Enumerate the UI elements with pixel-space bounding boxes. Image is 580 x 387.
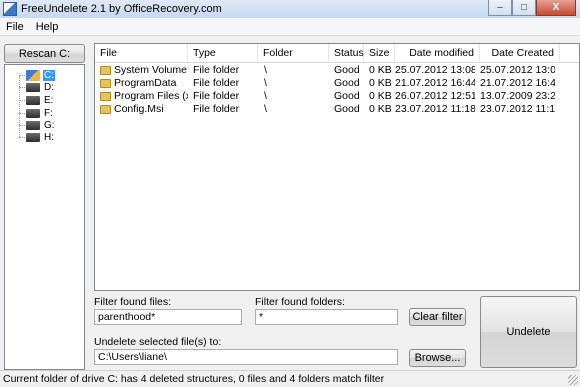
browse-button[interactable]: Browse...: [409, 349, 466, 367]
rescan-button[interactable]: Rescan C:: [4, 44, 85, 63]
hard-drive-icon: [26, 132, 40, 142]
menu-file[interactable]: File: [0, 21, 30, 33]
drive-h[interactable]: H:: [5, 131, 55, 143]
close-button[interactable]: X: [536, 0, 576, 16]
folder-icon: [100, 79, 111, 88]
drive-f[interactable]: F:: [5, 107, 54, 119]
column-date-modified[interactable]: Date modified: [395, 44, 480, 63]
table-row[interactable]: Config.Msi File folder \ Good 0 KB 23.07…: [95, 103, 579, 116]
undelete-to-label: Undelete selected file(s) to:: [94, 336, 222, 348]
drive-label: H:: [44, 131, 54, 143]
table-row[interactable]: ProgramData File folder \ Good 0 KB 21.0…: [95, 77, 579, 90]
maximize-button[interactable]: □: [512, 0, 536, 16]
drive-g[interactable]: G:: [5, 119, 56, 131]
folder-icon: [100, 66, 111, 75]
minimize-button[interactable]: –: [488, 0, 512, 16]
drive-label: D:: [44, 81, 54, 93]
filter-files-label: Filter found files:: [94, 296, 172, 308]
filter-folders-label: Filter found folders:: [255, 296, 345, 308]
drive-d[interactable]: D:: [5, 81, 55, 93]
resize-grip-icon[interactable]: [568, 375, 578, 385]
file-list[interactable]: File Type Folder Status Size Date modifi…: [94, 43, 580, 291]
column-status[interactable]: Status: [329, 44, 364, 63]
column-folder[interactable]: Folder: [258, 44, 329, 63]
status-text: Current folder of drive C: has 4 deleted…: [3, 373, 385, 385]
menu-bar: File Help: [0, 18, 580, 36]
hard-drive-icon: [26, 108, 40, 118]
hard-drive-icon: [26, 120, 40, 130]
filter-files-input[interactable]: parenthood*: [94, 309, 242, 325]
column-type[interactable]: Type: [188, 44, 258, 63]
list-header: File Type Folder Status Size Date modifi…: [95, 44, 579, 63]
table-row[interactable]: System Volume Inf... File folder \ Good …: [95, 64, 579, 77]
column-size[interactable]: Size: [364, 44, 395, 63]
table-row[interactable]: Program Files (x86) File folder \ Good 0…: [95, 90, 579, 103]
drive-c[interactable]: C:: [5, 69, 55, 81]
menu-help[interactable]: Help: [30, 21, 65, 33]
system-drive-icon: [26, 69, 40, 81]
drive-tree[interactable]: C: D: E: F: G: H:: [4, 64, 85, 370]
drive-label: G:: [44, 119, 55, 131]
drive-e[interactable]: E:: [5, 94, 54, 106]
clear-filter-button[interactable]: Clear filter: [409, 308, 466, 326]
column-file[interactable]: File: [95, 44, 188, 63]
column-date-created[interactable]: Date Created: [480, 44, 560, 63]
folder-icon: [100, 92, 111, 101]
undelete-button[interactable]: Undelete: [480, 296, 577, 368]
drive-label: C:: [43, 69, 55, 81]
folder-icon: [100, 105, 111, 114]
hard-drive-icon: [26, 95, 40, 105]
undelete-path-input[interactable]: C:\Users\liane\: [94, 349, 398, 365]
title-bar: FreeUndelete 2.1 by OfficeRecovery.com –…: [0, 0, 580, 18]
drive-label: F:: [44, 107, 53, 119]
hard-drive-icon: [26, 82, 40, 92]
window-title: FreeUndelete 2.1 by OfficeRecovery.com: [21, 3, 222, 15]
drive-label: E:: [44, 94, 54, 106]
app-icon: [3, 2, 17, 16]
filter-folders-input[interactable]: *: [255, 309, 398, 325]
status-bar: Current folder of drive C: has 4 deleted…: [0, 370, 580, 387]
